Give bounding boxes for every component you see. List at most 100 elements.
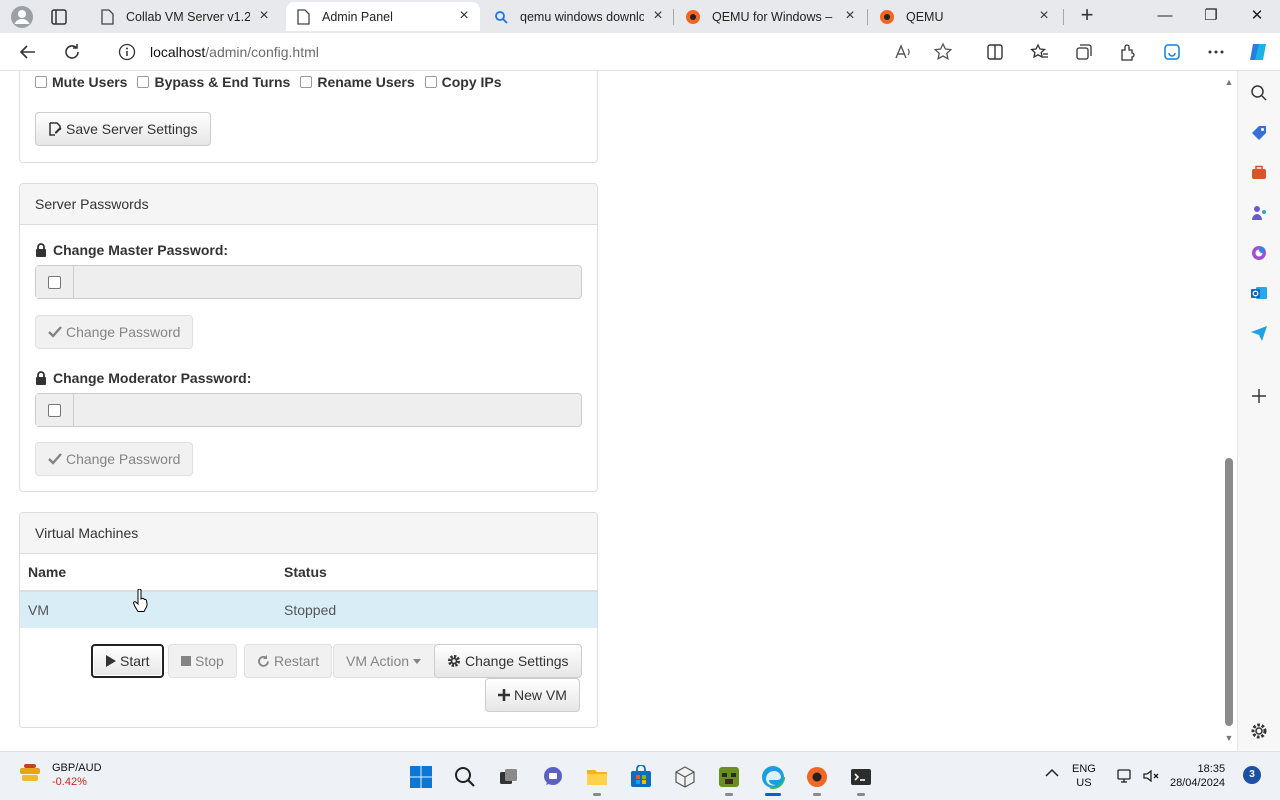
refresh-icon[interactable] — [60, 40, 84, 64]
new-vm-button[interactable]: New VM — [485, 678, 580, 712]
clock[interactable]: 18:35 28/04/2024 — [1170, 762, 1225, 790]
microsoft-store-icon[interactable] — [628, 764, 654, 790]
close-icon[interactable]: × — [256, 7, 272, 25]
permission-checkboxes: Mute Users Bypass & End Turns Rename Use… — [35, 74, 512, 90]
change-moderator-password-button[interactable]: Change Password — [35, 442, 194, 476]
weather-widget[interactable]: GBP/AUD -0.42% — [18, 761, 102, 789]
outlook-icon[interactable] — [1249, 283, 1269, 303]
file-explorer-icon[interactable] — [584, 764, 610, 796]
terminal-icon[interactable] — [848, 764, 874, 796]
tab-qemu-search[interactable]: qemu windows downloa × — [484, 2, 674, 31]
url-host: localhost — [150, 44, 206, 60]
task-view-icon[interactable] — [496, 764, 522, 790]
address-bar[interactable]: localhost/admin/config.html — [110, 36, 970, 68]
change-master-password-button[interactable]: Change Password — [35, 315, 194, 349]
restore-button[interactable]: ❐ — [1199, 4, 1223, 28]
checkbox-addon — [36, 266, 74, 298]
collections-icon[interactable] — [1072, 40, 1096, 64]
virtualbox-cube-icon[interactable] — [672, 764, 698, 790]
send-icon[interactable] — [1249, 323, 1269, 343]
minecraft-icon[interactable] — [716, 764, 742, 796]
search-icon[interactable] — [1249, 83, 1269, 103]
label-text: Change Master Password: — [53, 242, 229, 258]
shopping-tag-icon[interactable] — [1249, 123, 1269, 143]
new-tab-button[interactable]: + — [1076, 4, 1098, 27]
restart-vm-button[interactable]: Restart — [244, 644, 333, 678]
copilot-icon[interactable] — [1246, 40, 1270, 64]
enable-moderator-password-checkbox[interactable] — [48, 403, 61, 417]
back-arrow-icon[interactable] — [16, 40, 40, 64]
scroll-up-arrow-icon[interactable]: ▲ — [1224, 77, 1234, 87]
close-icon[interactable]: × — [842, 7, 858, 25]
language-indicator[interactable]: ENG US — [1072, 762, 1096, 790]
moderator-password-field[interactable] — [74, 394, 581, 426]
mute-users-checkbox[interactable] — [35, 76, 47, 88]
profile-icon[interactable] — [10, 5, 34, 29]
games-icon[interactable] — [1249, 203, 1269, 223]
master-password-field[interactable] — [74, 266, 581, 298]
favorite-star-icon[interactable] — [931, 40, 955, 64]
bypass-end-turns-checkbox[interactable] — [137, 76, 150, 88]
tab-title: QEMU — [906, 9, 944, 24]
more-menu-icon[interactable] — [1204, 40, 1228, 64]
permission-label: Mute Users — [52, 74, 128, 90]
virtual-machines-panel: Virtual Machines Name Status VM Stopped … — [19, 512, 598, 728]
notification-badge[interactable]: 3 — [1243, 766, 1261, 784]
close-window-button[interactable]: ✕ — [1245, 4, 1269, 28]
add-icon[interactable] — [1249, 386, 1269, 406]
read-aloud-icon[interactable] — [891, 40, 915, 64]
running-indicator — [765, 793, 781, 796]
edge-browser-icon[interactable] — [760, 764, 786, 796]
stop-vm-button[interactable]: Stop — [168, 644, 237, 678]
button-label: Start — [120, 653, 150, 669]
minimize-button[interactable]: — — [1153, 4, 1177, 28]
start-menu-icon[interactable] — [408, 764, 434, 790]
scroll-down-arrow-icon[interactable]: ▼ — [1224, 733, 1234, 743]
network-icon[interactable] — [1116, 767, 1134, 789]
tab-qemu-windows[interactable]: QEMU for Windows – In × — [676, 2, 866, 31]
tab-qemu[interactable]: QEMU × — [870, 2, 1060, 31]
close-icon[interactable]: × — [1036, 7, 1052, 25]
plus-icon — [498, 689, 510, 701]
vm-action-dropdown[interactable]: VM Action — [333, 644, 439, 678]
scrollbar-thumb[interactable] — [1225, 458, 1233, 726]
browser-essentials-icon[interactable] — [1160, 40, 1184, 64]
save-server-settings-button[interactable]: Save Server Settings — [35, 112, 211, 146]
split-screen-icon[interactable] — [983, 40, 1007, 64]
checkbox-addon — [36, 394, 74, 426]
extensions-icon[interactable] — [1116, 40, 1140, 64]
page-content: Mute Users Bypass & End Turns Rename Use… — [0, 71, 1237, 751]
qemu-icon[interactable] — [804, 764, 830, 796]
permission-label: Rename Users — [317, 74, 415, 90]
page-scrollbar[interactable]: ▲ ▼ — [1221, 71, 1237, 751]
button-label: VM Action — [346, 653, 410, 669]
master-password-label: Change Master Password: — [35, 242, 228, 258]
volume-muted-icon[interactable] — [1142, 767, 1160, 789]
tab-admin-panel[interactable]: Admin Panel × — [286, 2, 480, 31]
url-path: /admin/config.html — [205, 44, 319, 60]
table-row[interactable]: VM Stopped — [20, 591, 597, 628]
stop-icon — [181, 656, 191, 666]
url-text[interactable]: localhost/admin/config.html — [150, 44, 319, 60]
tab-actions-icon[interactable] — [48, 6, 70, 28]
close-icon[interactable]: × — [650, 7, 666, 25]
running-indicator — [813, 793, 821, 796]
teams-chat-icon[interactable] — [540, 764, 566, 790]
info-icon[interactable] — [118, 43, 136, 61]
show-hidden-icons-chevron-up-icon[interactable] — [1045, 768, 1059, 782]
favorites-icon[interactable] — [1028, 40, 1052, 64]
enable-master-password-checkbox[interactable] — [48, 275, 61, 289]
tools-briefcase-icon[interactable] — [1249, 163, 1269, 183]
microsoft-365-icon[interactable] — [1249, 243, 1269, 263]
currency-pair: GBP/AUD — [52, 762, 102, 774]
start-vm-button[interactable]: Start — [91, 644, 164, 678]
search-icon[interactable] — [452, 764, 478, 790]
settings-gear-icon[interactable] — [1249, 721, 1269, 741]
column-header-name: Name — [20, 554, 276, 592]
rename-users-checkbox[interactable] — [300, 76, 313, 88]
tab-collab-vm[interactable]: Collab VM Server v1.2.10 × — [90, 2, 280, 31]
change-settings-button[interactable]: Change Settings — [434, 644, 582, 678]
currency-change: -0.42% — [52, 776, 87, 788]
copy-ips-checkbox[interactable] — [424, 76, 437, 88]
close-icon[interactable]: × — [456, 7, 472, 25]
